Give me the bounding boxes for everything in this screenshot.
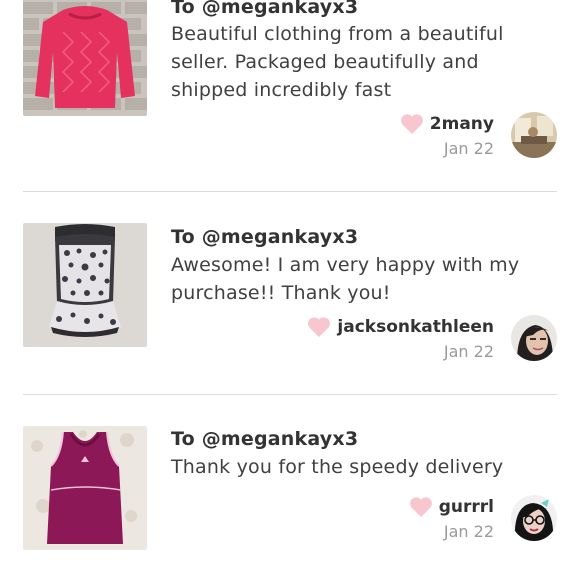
reviewer-line: 2many [400,111,494,137]
reviewer-username[interactable]: jacksonkathleen [337,317,494,337]
reviewer-line: gurrrl [409,494,494,520]
reviewer-avatar[interactable] [511,112,557,158]
review-text: Beautiful clothing from a beautiful sell… [171,23,504,101]
strapless-top-image [23,223,147,347]
user-avatar-image [511,112,557,158]
review-item: To @megankayx3 Awesome! I am very happy … [0,192,580,394]
review-date: Jan 22 [443,139,494,158]
review-meta: gurrrl Jan 22 [409,494,494,541]
heart-icon [409,497,432,517]
user-avatar-image [511,495,557,541]
tank-top-image [23,426,147,550]
reviewer-username[interactable]: gurrrl [439,497,494,517]
pink-sweater-image [23,0,147,116]
reviewer-avatar[interactable] [511,315,557,361]
review-text: Awesome! I am very happy with my purchas… [171,254,520,304]
heart-icon [308,317,331,337]
review-date: Jan 22 [443,522,494,541]
reviewer-line: jacksonkathleen [307,314,494,340]
user-avatar-image [511,315,557,361]
review-recipient[interactable]: To @megankayx3 [171,226,358,248]
item-photo-tank-top[interactable] [23,426,147,550]
review-recipient[interactable]: To @megankayx3 [171,428,358,450]
review-meta: 2many Jan 22 [400,111,494,158]
item-photo-strapless-top[interactable] [23,223,147,347]
heart-icon [400,114,423,134]
review-recipient[interactable]: To @megankayx3 [171,0,358,18]
review-item: To @megankayx3 Beautiful clothing from a… [0,0,580,190]
reviewer-avatar[interactable] [511,495,557,541]
review-meta: jacksonkathleen Jan 22 [307,314,494,361]
reviewer-username[interactable]: 2many [430,114,494,134]
review-item: To @megankayx3 Thank you for the speedy … [0,395,580,580]
item-photo-pink-sweater[interactable] [23,0,147,116]
review-date: Jan 22 [443,342,494,361]
review-text: Thank you for the speedy delivery [171,456,504,478]
